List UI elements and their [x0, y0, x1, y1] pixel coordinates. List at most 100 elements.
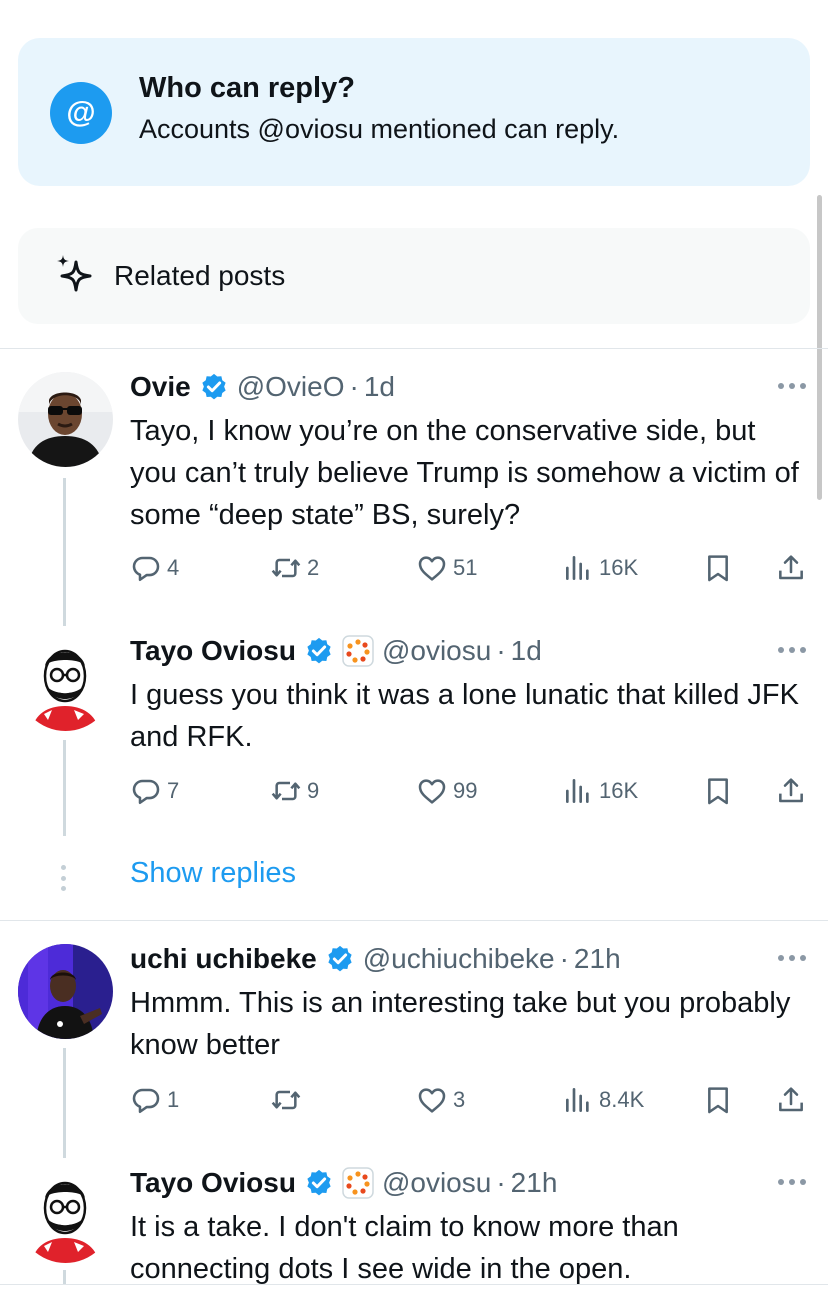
more-options-icon[interactable]: [778, 647, 806, 655]
repost-button[interactable]: 2: [270, 548, 319, 588]
bookmark-button[interactable]: [702, 1080, 734, 1120]
author-handle[interactable]: @OvieO: [237, 371, 345, 403]
like-count: 3: [453, 1087, 466, 1112]
post-actions: 7 9 99 16K: [130, 771, 820, 811]
reply-restriction-card: @ Who can reply? Accounts @oviosu mentio…: [18, 38, 810, 186]
like-button[interactable]: 51: [416, 548, 477, 588]
author-name[interactable]: Tayo Oviosu: [130, 1167, 296, 1199]
repost-icon: [271, 558, 301, 578]
bookmark-button[interactable]: [702, 771, 734, 811]
at-icon: @: [50, 82, 112, 144]
like-count: 51: [453, 555, 478, 580]
post-time[interactable]: 21h: [574, 943, 621, 975]
share-icon: [779, 555, 803, 580]
post-text: I guess you think it was a lone lunatic …: [130, 679, 799, 753]
verified-badge-icon: [202, 373, 226, 400]
share-icon: [779, 1087, 803, 1112]
bookmark-icon: [708, 1087, 728, 1114]
post-header: Tayo Oviosu @oviosu · 21h: [130, 1163, 557, 1203]
post-actions: 4 2 51 16K: [130, 548, 820, 588]
avatar[interactable]: [18, 1168, 113, 1263]
reply-button[interactable]: 7: [130, 771, 179, 811]
avatar[interactable]: [18, 944, 113, 1039]
post-time[interactable]: 21h: [511, 1167, 558, 1199]
author-handle[interactable]: @oviosu: [382, 1167, 491, 1199]
share-button[interactable]: [775, 771, 807, 811]
post-header: Ovie @OvieO · 1d: [130, 367, 395, 407]
repost-count: 2: [307, 555, 320, 580]
separator-dot: ·: [559, 943, 569, 974]
reply-count: 1: [167, 1087, 180, 1112]
reply-count: 7: [167, 778, 180, 803]
reply-icon: [132, 556, 160, 581]
avatar[interactable]: [18, 372, 113, 467]
reply-button[interactable]: 4: [130, 548, 179, 588]
reply-count: 4: [167, 555, 180, 580]
author-handle[interactable]: @oviosu: [382, 635, 491, 667]
repost-button[interactable]: [270, 1080, 307, 1120]
divider: [0, 920, 828, 921]
related-posts-button[interactable]: Related posts: [18, 228, 810, 324]
views-button[interactable]: 16K: [562, 548, 638, 588]
repost-button[interactable]: 9: [270, 771, 319, 811]
related-posts-label: Related posts: [114, 260, 286, 291]
thread-line: [63, 1048, 66, 1158]
author-name[interactable]: Ovie: [130, 371, 191, 403]
share-button[interactable]: [775, 548, 807, 588]
post-actions: 1 3 8.4K: [130, 1080, 820, 1120]
reply-icon: [132, 1088, 160, 1113]
verified-badge-icon: [307, 637, 331, 664]
reply-icon: [132, 779, 160, 804]
analytics-icon: [566, 556, 589, 580]
verified-badge-icon: [328, 945, 352, 972]
separator-dot: ·: [496, 1167, 506, 1198]
author-name[interactable]: Tayo Oviosu: [130, 635, 296, 667]
affiliate-badge-icon[interactable]: [342, 635, 374, 667]
analytics-icon: [566, 1088, 589, 1112]
like-button[interactable]: 3: [416, 1080, 465, 1120]
heart-icon: [418, 779, 446, 804]
like-button[interactable]: 99: [416, 771, 477, 811]
view-count: 8.4K: [599, 1087, 645, 1112]
repost-count: 9: [307, 778, 320, 803]
more-options-icon[interactable]: [778, 1179, 806, 1187]
author-handle[interactable]: @uchiuchibeke: [363, 943, 555, 975]
more-options-icon[interactable]: [778, 955, 806, 963]
post-time[interactable]: 1d: [511, 635, 542, 667]
author-name[interactable]: uchi uchibeke: [130, 943, 317, 975]
view-count: 16K: [599, 778, 639, 803]
repost-icon: [271, 781, 301, 801]
more-options-icon[interactable]: [778, 383, 806, 391]
heart-icon: [418, 556, 446, 581]
divider: [0, 348, 828, 349]
heart-icon: [418, 1088, 446, 1113]
separator-dot: ·: [496, 635, 506, 666]
views-button[interactable]: 8.4K: [562, 1080, 644, 1120]
thread-line: [63, 1270, 66, 1284]
post-text: It is a take. I don't claim to know more…: [130, 1211, 679, 1284]
thread-line: [63, 740, 66, 836]
like-count: 99: [453, 778, 478, 803]
post-time[interactable]: 1d: [364, 371, 395, 403]
avatar[interactable]: [18, 636, 113, 731]
bottom-edge: [0, 1284, 828, 1298]
bookmark-icon: [708, 778, 728, 805]
verified-badge-icon: [307, 1169, 331, 1196]
share-button[interactable]: [775, 1080, 807, 1120]
show-replies-link[interactable]: Show replies: [130, 857, 296, 890]
more-replies-dots-icon: [61, 865, 67, 891]
bookmark-button[interactable]: [702, 548, 734, 588]
view-count: 16K: [599, 555, 639, 580]
reply-button[interactable]: 1: [130, 1080, 179, 1120]
repost-icon: [271, 1090, 301, 1110]
sparkle-icon: [57, 255, 92, 292]
views-button[interactable]: 16K: [562, 771, 638, 811]
post-header: uchi uchibeke @uchiuchibeke · 21h: [130, 939, 621, 979]
thread-line: [63, 478, 66, 626]
affiliate-badge-icon[interactable]: [342, 1167, 374, 1199]
post-text: Hmmm. This is an interesting take but yo…: [130, 987, 791, 1061]
separator-dot: ·: [349, 371, 359, 402]
reply-restriction-title: Who can reply?: [139, 72, 355, 104]
post-header: Tayo Oviosu @oviosu · 1d: [130, 631, 542, 671]
share-icon: [779, 778, 803, 803]
